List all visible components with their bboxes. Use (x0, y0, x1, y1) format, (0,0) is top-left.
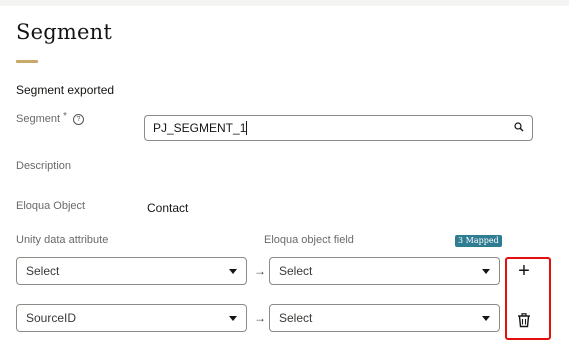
page-title: Segment (16, 20, 112, 44)
unity-attribute-select[interactable]: SourceID (16, 304, 247, 332)
arrow-right-icon: → (254, 311, 266, 325)
mapped-count-badge: 3 Mapped (455, 235, 502, 247)
text-caret (246, 121, 248, 136)
eloqua-object-label: Eloqua Object (16, 200, 86, 212)
top-band (0, 0, 569, 6)
help-circle-icon[interactable]: ? (72, 113, 84, 125)
chevron-down-icon (229, 268, 237, 274)
add-row-button[interactable]: + (513, 260, 535, 282)
unity-attribute-select[interactable]: Select (16, 257, 247, 285)
select-value: Select (279, 311, 313, 325)
arrow-right-icon: → (254, 264, 266, 278)
select-value: SourceID (26, 311, 77, 325)
segment-input-value: PJ_SEGMENT_1 (153, 120, 247, 135)
eloqua-field-select[interactable]: Select (269, 257, 500, 285)
required-marker: * (63, 110, 67, 122)
select-value: Select (279, 264, 313, 278)
segment-search-input[interactable]: PJ_SEGMENT_1 (144, 115, 533, 141)
segment-label: Segment (16, 113, 61, 125)
segment-export-page: Segment Segment exported Segment * ? PJ_… (0, 0, 569, 346)
segment-input-value-wrap: PJ_SEGMENT_1 (153, 121, 514, 136)
trash-icon[interactable] (516, 312, 532, 328)
chevron-down-icon (229, 315, 237, 321)
eloqua-field-select[interactable]: Select (269, 304, 500, 332)
unity-attribute-header: Unity data attribute (16, 234, 109, 246)
section-subtitle: Segment exported (16, 83, 115, 97)
chevron-down-icon (482, 315, 490, 321)
title-underline (16, 60, 38, 63)
select-value: Select (26, 264, 60, 278)
segment-label-group: Segment * ? (16, 110, 84, 125)
eloqua-field-header: Eloqua object field (264, 234, 354, 246)
search-icon[interactable] (514, 121, 524, 135)
chevron-down-icon (482, 268, 490, 274)
description-label: Description (16, 160, 72, 172)
eloqua-object-value: Contact (147, 201, 189, 215)
